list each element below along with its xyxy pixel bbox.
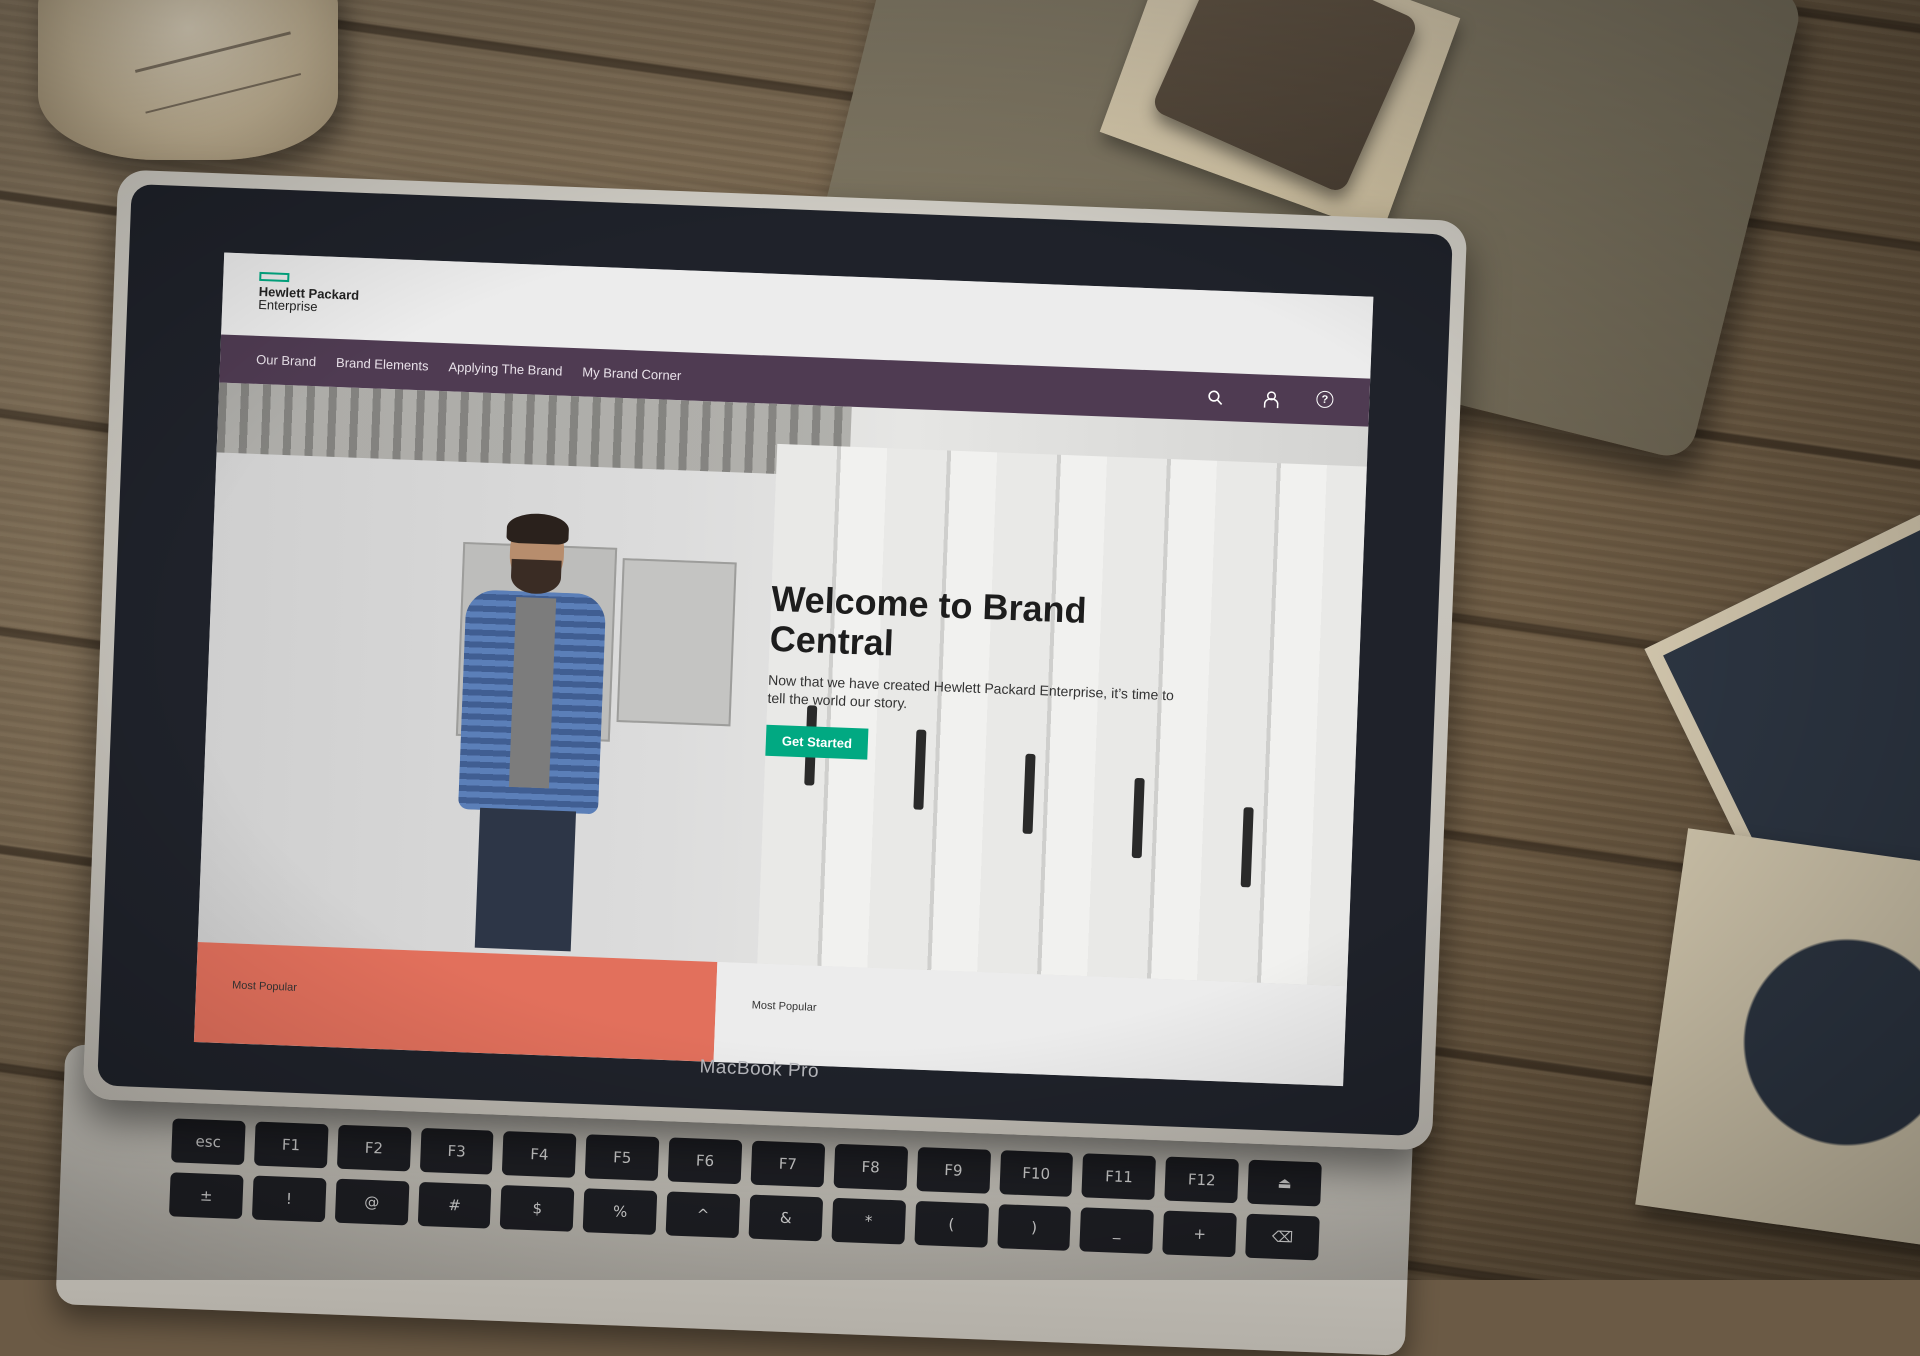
keyboard-key[interactable]: ⏏ xyxy=(1247,1159,1322,1207)
keyboard-key[interactable]: F9 xyxy=(916,1146,991,1194)
search-icon[interactable] xyxy=(1204,386,1227,409)
person-beard xyxy=(510,558,562,595)
hpe-logo-mark xyxy=(259,271,290,283)
person-hair xyxy=(506,512,570,545)
keyboard-key[interactable]: F2 xyxy=(336,1124,412,1172)
person-tshirt xyxy=(508,597,557,789)
keyboard-key[interactable]: ! xyxy=(251,1175,327,1223)
keyboard-key[interactable]: F7 xyxy=(750,1140,826,1188)
nav-item-my-brand-corner[interactable]: My Brand Corner xyxy=(582,364,681,383)
nav-icon-group: ? xyxy=(1204,386,1334,413)
hero-photo-person xyxy=(433,512,619,952)
keyboard-key[interactable]: F1 xyxy=(253,1121,329,1169)
keyboard-key[interactable]: * xyxy=(831,1197,906,1245)
most-popular-label: Most Popular xyxy=(751,999,817,1014)
keyboard-key[interactable]: _ xyxy=(1079,1207,1155,1255)
most-popular-label: Most Popular xyxy=(231,979,298,994)
keyboard-key[interactable]: F8 xyxy=(833,1143,908,1191)
keyboard-key[interactable]: esc xyxy=(171,1118,246,1166)
nav-item-brand-elements[interactable]: Brand Elements xyxy=(336,355,429,374)
keyboard-key[interactable]: $ xyxy=(500,1185,575,1232)
keyboard-key[interactable]: @ xyxy=(334,1178,410,1226)
keyboard-key[interactable]: ( xyxy=(914,1200,989,1248)
help-icon[interactable]: ? xyxy=(1316,390,1334,409)
keyboard-key[interactable]: % xyxy=(582,1188,658,1235)
keyboard-key[interactable]: # xyxy=(417,1181,492,1229)
keyboard-key[interactable]: F11 xyxy=(1081,1153,1157,1201)
hero-title: Welcome to Brand Central xyxy=(769,577,1088,664)
tin-can-prop xyxy=(38,0,338,160)
nav-menu: Our Brand Brand Elements Applying The Br… xyxy=(256,352,682,383)
keyboard-key[interactable]: ⌫ xyxy=(1245,1213,1320,1261)
screen-bezel: Hewlett Packard Enterprise Our Brand Bra… xyxy=(97,183,1453,1137)
rack-handle xyxy=(1240,807,1254,888)
tin-label-decoration xyxy=(134,31,302,114)
nav-item-our-brand[interactable]: Our Brand xyxy=(256,352,317,369)
keyboard-key[interactable]: F12 xyxy=(1164,1156,1240,1204)
keyboard-key[interactable]: ^ xyxy=(665,1191,741,1239)
keyboard-key[interactable]: F4 xyxy=(502,1131,577,1178)
keyboard-key[interactable]: F6 xyxy=(667,1137,743,1185)
hero-text-block: Welcome to Brand Central Now that we hav… xyxy=(765,577,1191,772)
keyboard-key[interactable]: & xyxy=(748,1194,824,1242)
keyboard-key[interactable]: F10 xyxy=(998,1150,1074,1197)
hero-banner: Welcome to Brand Central Now that we hav… xyxy=(197,382,1369,987)
get-started-button[interactable]: Get Started xyxy=(765,724,869,760)
keyboard-key[interactable]: ) xyxy=(996,1204,1072,1251)
hpe-logo[interactable]: Hewlett Packard Enterprise xyxy=(258,271,360,315)
nav-item-applying-the-brand[interactable]: Applying The Brand xyxy=(448,359,562,378)
keyboard-key[interactable]: ± xyxy=(168,1172,244,1220)
keyboard-key[interactable]: F3 xyxy=(419,1127,494,1175)
hero-subtitle: Now that we have created Hewlett Packard… xyxy=(767,671,1175,712)
laptop-screen: Hewlett Packard Enterprise Our Brand Bra… xyxy=(193,252,1374,1087)
keyboard-key[interactable]: F5 xyxy=(585,1134,660,1182)
laptop-lid: Hewlett Packard Enterprise Our Brand Bra… xyxy=(82,169,1468,1151)
keyboard-key[interactable]: + xyxy=(1162,1210,1238,1258)
hero-photo-electrical-panel xyxy=(616,558,737,727)
person-jeans xyxy=(474,807,577,952)
user-icon[interactable] xyxy=(1260,388,1283,411)
rack-handle xyxy=(1131,777,1145,859)
